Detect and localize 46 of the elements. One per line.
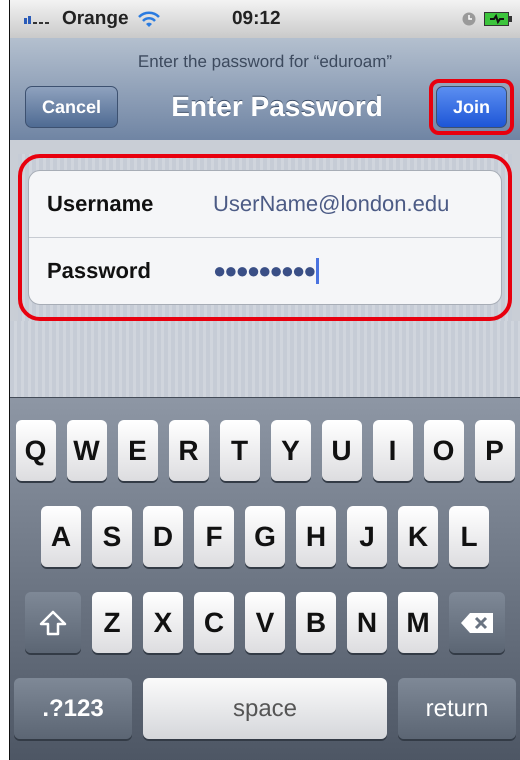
cancel-button[interactable]: Cancel [25, 86, 118, 128]
letter-key[interactable]: X [143, 592, 183, 653]
letter-key[interactable]: K [398, 506, 438, 567]
letter-key[interactable]: R [168, 420, 208, 481]
status-time: 09:12 [230, 8, 282, 30]
clock-icon [462, 12, 476, 26]
letter-key[interactable]: J [347, 506, 387, 567]
letter-key[interactable]: Y [270, 420, 310, 481]
letter-key[interactable]: O [424, 420, 464, 481]
letter-key[interactable]: C [194, 592, 234, 653]
join-button[interactable]: Join [436, 86, 507, 128]
field-label: Password [47, 258, 152, 284]
delete-key[interactable] [449, 592, 505, 653]
letter-key[interactable]: W [66, 420, 106, 481]
letter-key[interactable]: G [245, 506, 285, 567]
letter-key[interactable]: H [296, 506, 336, 567]
backspace-icon [460, 612, 494, 634]
letter-key[interactable]: N [347, 592, 387, 653]
wifi-icon [136, 10, 161, 28]
return-key[interactable]: return [398, 678, 516, 739]
letter-key[interactable]: E [118, 420, 158, 481]
letter-key[interactable]: M [398, 592, 438, 653]
password-field[interactable]: ●●●●●●●●● [213, 258, 319, 284]
nav-title: Enter Password [170, 91, 384, 123]
field-label: Username [47, 191, 154, 217]
letter-key[interactable]: Q [16, 420, 56, 481]
letter-key[interactable]: B [296, 592, 336, 653]
letter-key[interactable]: F [194, 506, 234, 567]
letter-key[interactable]: S [92, 506, 132, 567]
letter-key[interactable]: V [245, 592, 285, 653]
letter-key[interactable]: T [220, 420, 260, 481]
letter-key[interactable]: Z [92, 592, 132, 653]
shift-icon [39, 610, 67, 636]
carrier-name: Orange [62, 8, 129, 30]
shift-key[interactable] [25, 592, 81, 653]
password-prompt: Enter the password for “eduroam” [136, 51, 394, 73]
letter-key[interactable]: A [41, 506, 81, 567]
letter-key[interactable]: U [322, 420, 362, 481]
numbers-key[interactable]: .?123 [14, 678, 132, 739]
letter-key[interactable]: L [449, 506, 489, 567]
space-key[interactable]: space [143, 678, 387, 739]
letter-key[interactable]: P [474, 420, 514, 481]
username-field[interactable]: UserName@london.edu [213, 191, 454, 217]
letter-key[interactable]: D [143, 506, 183, 567]
battery-charging-icon [484, 12, 512, 26]
letter-key[interactable]: I [372, 420, 412, 481]
